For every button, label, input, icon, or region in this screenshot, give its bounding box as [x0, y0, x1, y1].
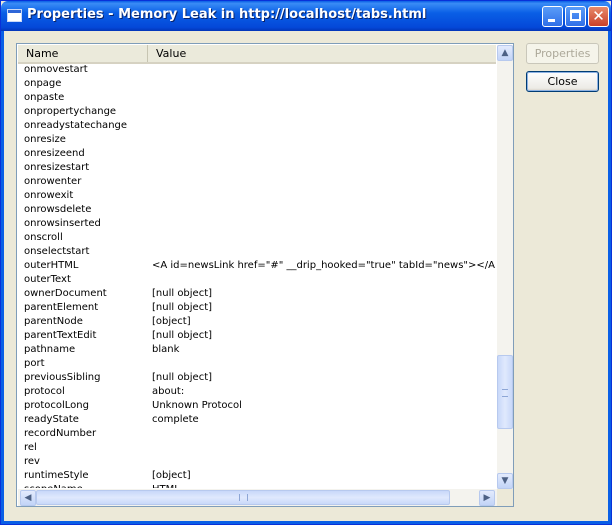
property-value: [null object] [152, 372, 213, 383]
property-name: rel [24, 442, 37, 453]
property-value: HTML [152, 483, 180, 488]
property-name: onrowexit [24, 190, 74, 201]
property-name: onscroll [24, 232, 63, 243]
property-name: recordNumber [24, 428, 97, 439]
close-button[interactable]: Close [526, 71, 599, 92]
property-name: onmovestart [24, 64, 88, 75]
close-icon: ✕ [592, 7, 605, 25]
property-name: onresize [24, 134, 66, 145]
property-name: scopeName [24, 483, 83, 488]
horizontal-scroll-thumb[interactable] [36, 490, 450, 505]
properties-list[interactable]: Name Value onmovestart onpage onpaste onpro… [16, 43, 514, 507]
title-bar[interactable]: Properties - Memory Leak in http://local… [1, 1, 611, 31]
vertical-scrollbar[interactable]: ▲ ▼ [497, 45, 513, 489]
properties-window: Properties - Memory Leak in http://local… [0, 0, 612, 525]
property-name: onreadystatechange [24, 120, 128, 131]
property-name: ownerDocument [24, 288, 107, 299]
minimize-button[interactable] [542, 6, 563, 27]
property-name: onpropertychange [24, 106, 117, 117]
scroll-corner [497, 489, 513, 506]
property-value: [null object] [152, 330, 213, 341]
close-window-button[interactable]: ✕ [588, 6, 609, 27]
property-name: readyState [24, 414, 79, 425]
property-name: onrowsinserted [24, 218, 101, 229]
window-frame-bottom [1, 521, 611, 524]
property-name: outerHTML [24, 260, 79, 271]
property-value: blank [152, 344, 180, 355]
property-name: onpaste [24, 92, 65, 103]
horizontal-scrollbar[interactable]: ◀ ▶ [18, 489, 497, 506]
property-name: parentTextEdit [24, 330, 97, 341]
property-name: onresizeend [24, 148, 85, 159]
property-name: rev [24, 456, 40, 467]
property-name: parentNode [24, 316, 83, 327]
scroll-up-icon: ▲ [501, 48, 509, 58]
property-name: onrowenter [24, 176, 82, 187]
scroll-down-button[interactable]: ▼ [497, 473, 513, 489]
vertical-scroll-thumb[interactable] [497, 355, 513, 429]
property-name: port [24, 358, 45, 369]
properties-button[interactable]: Properties [526, 43, 599, 64]
scroll-right-icon: ▶ [483, 493, 491, 503]
maximize-button[interactable] [565, 6, 586, 27]
column-header-value[interactable]: Value [147, 45, 496, 62]
scroll-right-button[interactable]: ▶ [479, 490, 495, 506]
property-name: onrowsdelete [24, 204, 92, 215]
window-icon [7, 9, 22, 22]
property-name: parentElement [24, 302, 99, 313]
property-value: <A id=newsLink href="#" __drip_hooked="t… [152, 260, 496, 271]
property-name: onpage [24, 78, 62, 89]
column-header-name[interactable]: Name [18, 45, 146, 62]
list-header: Name Value [18, 45, 496, 64]
window-frame-right [608, 31, 611, 524]
property-value: [null object] [152, 302, 213, 313]
scroll-up-button[interactable]: ▲ [497, 45, 513, 61]
property-name: previousSibling [24, 372, 101, 383]
property-name: onresizestart [24, 162, 90, 173]
property-value: complete [152, 414, 199, 425]
property-name: outerText [24, 274, 71, 285]
property-value: about: [152, 386, 185, 397]
scroll-left-button[interactable]: ◀ [20, 490, 36, 506]
list-rows: onmovestart onpage onpaste onpropertychange… [18, 64, 496, 488]
window-frame-left [1, 31, 4, 524]
scroll-left-icon: ◀ [24, 493, 32, 503]
property-value: Unknown Protocol [152, 400, 242, 411]
property-name: runtimeStyle [24, 470, 89, 481]
property-name: onselectstart [24, 246, 90, 257]
property-value: [object] [152, 470, 191, 481]
property-value: [null object] [152, 288, 213, 299]
property-value: [object] [152, 316, 191, 327]
property-name: protocol [24, 386, 65, 397]
property-name: protocolLong [24, 400, 89, 411]
window-title: Properties - Memory Leak in http://local… [27, 7, 427, 22]
property-name: pathname [24, 344, 76, 355]
scroll-down-icon: ▼ [501, 476, 509, 486]
